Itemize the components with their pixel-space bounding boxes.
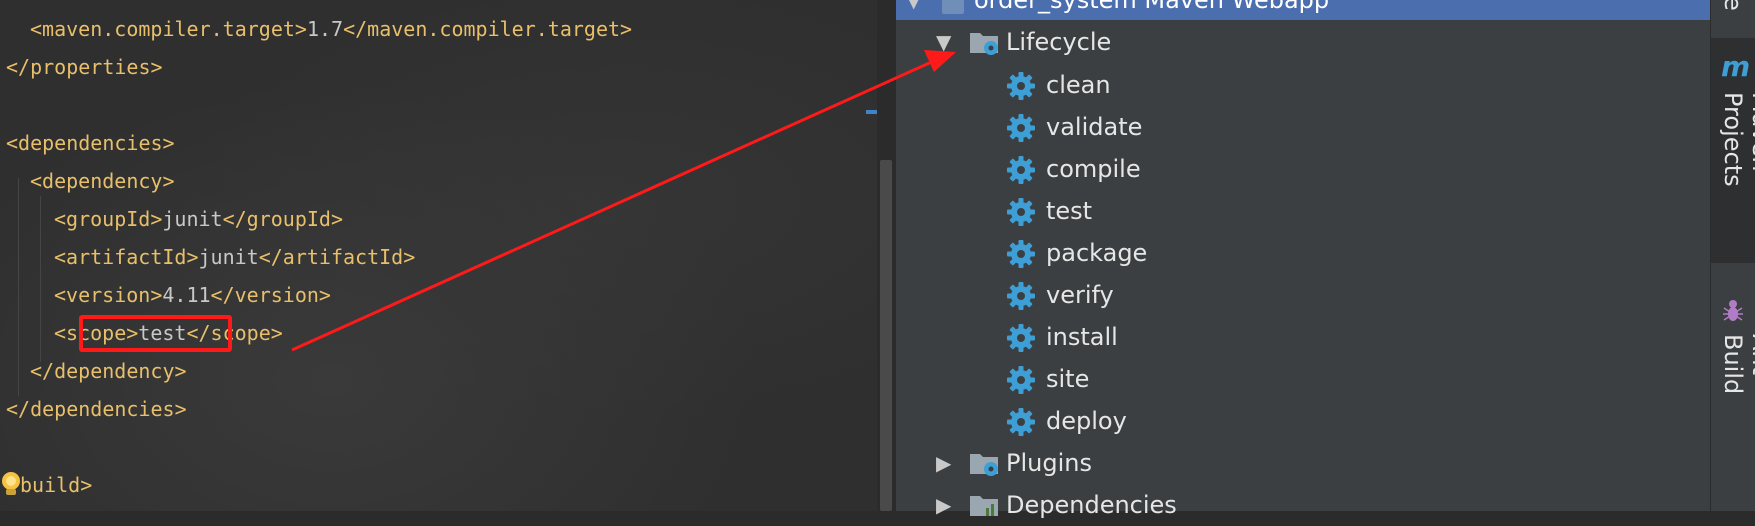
annotation-arrow <box>291 50 956 352</box>
